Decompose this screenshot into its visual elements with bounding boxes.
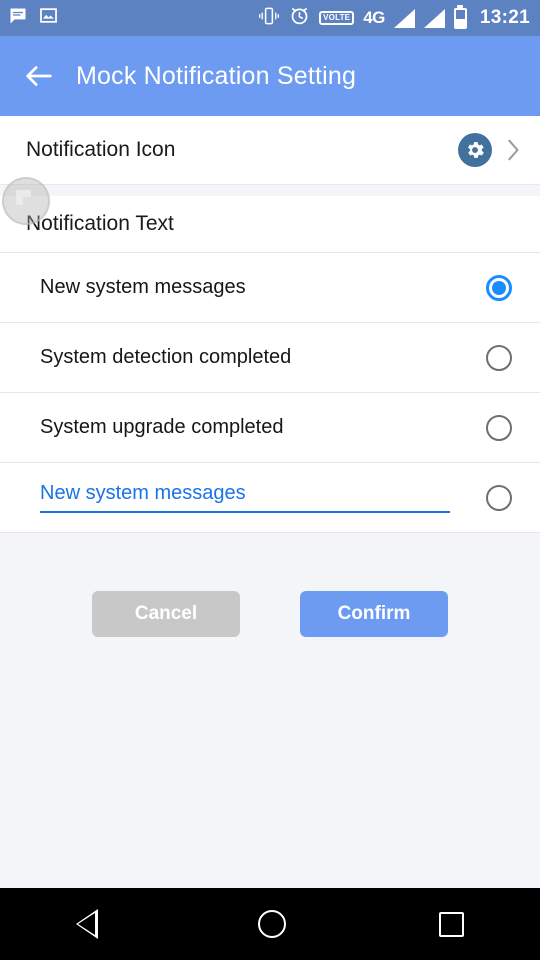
battery-icon	[453, 7, 467, 29]
content-area: Notification Icon Notification Text New …	[0, 116, 540, 864]
option-row-1[interactable]: System detection completed	[0, 322, 540, 392]
status-bar: VOLTE 4G 13:21	[0, 0, 540, 36]
floating-bubble[interactable]	[2, 177, 50, 225]
radio-button-2[interactable]	[486, 414, 512, 441]
nav-home-icon[interactable]	[258, 910, 287, 938]
notification-text-options: New system messages System detection com…	[0, 252, 540, 532]
notification-icon-row[interactable]: Notification Icon	[0, 116, 540, 184]
page-title: Mock Notification Setting	[76, 61, 357, 90]
radio-button-1[interactable]	[486, 344, 512, 371]
message-icon	[8, 6, 28, 31]
section-separator	[0, 184, 540, 196]
confirm-button[interactable]: Confirm	[300, 591, 448, 637]
action-button-row: Cancel Confirm	[0, 533, 540, 637]
gear-icon[interactable]	[458, 133, 492, 167]
status-bar-right-icons: VOLTE 4G 13:21	[258, 5, 530, 31]
back-arrow-icon[interactable]	[22, 59, 56, 93]
status-bar-left-icons	[8, 6, 58, 31]
nav-recents-icon[interactable]	[438, 911, 464, 937]
alarm-icon	[289, 5, 310, 31]
custom-text-input[interactable]	[40, 482, 450, 505]
notification-icon-label: Notification Icon	[26, 138, 176, 161]
overlapping-squares-icon-back	[23, 197, 38, 212]
option-row-0[interactable]: New system messages	[0, 252, 540, 322]
vibrate-icon	[258, 6, 280, 31]
option-label: System detection completed	[40, 346, 292, 368]
signal-1-icon	[393, 8, 415, 28]
radio-button-custom[interactable]	[486, 484, 512, 511]
option-label: New system messages	[40, 276, 246, 298]
signal-2-icon	[423, 8, 445, 28]
option-row-2[interactable]: System upgrade completed	[0, 392, 540, 462]
image-icon	[39, 6, 58, 30]
section-title: Notification Text	[0, 196, 540, 252]
option-label: System upgrade completed	[40, 416, 284, 438]
custom-text-field-wrap	[40, 482, 450, 513]
app-bar: Mock Notification Setting	[0, 36, 540, 116]
radio-button-0[interactable]	[486, 274, 512, 301]
phone-screen: VOLTE 4G 13:21 Mock Notification Setting…	[0, 0, 540, 960]
cancel-button[interactable]: Cancel	[92, 591, 240, 637]
nav-back-icon[interactable]	[76, 909, 106, 939]
volte-badge: VOLTE	[319, 11, 355, 25]
bottom-panel: Cancel Confirm	[0, 532, 540, 864]
chevron-right-icon[interactable]	[506, 136, 522, 164]
status-bar-clock: 13:21	[479, 7, 530, 28]
notification-icon-row-controls	[458, 133, 522, 167]
android-nav-bar	[0, 888, 540, 960]
network-type-label: 4G	[363, 8, 385, 27]
option-row-custom[interactable]	[0, 462, 540, 532]
